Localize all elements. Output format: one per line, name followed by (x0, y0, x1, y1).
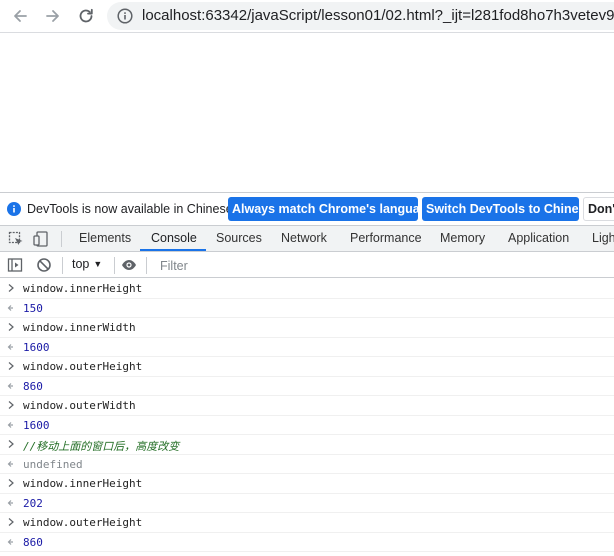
infobar-message: DevTools is now available in Chinese! (27, 202, 237, 216)
console-message-text: undefined (23, 457, 83, 471)
console-message-text: window.innerHeight (23, 282, 143, 295)
reload-button[interactable] (73, 4, 99, 28)
result-arrow-icon (7, 460, 13, 467)
input-prompt-chevron-icon (8, 362, 14, 370)
context-selector[interactable]: top ▼ (72, 257, 102, 271)
toolbar-separator (146, 257, 147, 274)
clear-console-icon[interactable] (36, 257, 52, 273)
console-message-text: window.outerHeight (23, 516, 143, 529)
site-info-icon[interactable] (117, 8, 133, 24)
console-toolbar: top ▼ Filter (0, 253, 614, 278)
tab-application[interactable]: Application (508, 231, 569, 245)
tab-memory[interactable]: Memory (440, 231, 485, 245)
filter-placeholder: Filter (160, 259, 188, 273)
console-message-text: 202 (23, 496, 43, 510)
toolbar-separator (114, 257, 115, 274)
url-text: localhost:63342/javaScript/lesson01/02.h… (142, 7, 614, 24)
browser-toolbar: localhost:63342/javaScript/lesson01/02.h… (0, 0, 614, 33)
console-message-text: 860 (23, 379, 43, 393)
console-input-row[interactable]: window.outerHeight (0, 513, 614, 533)
context-selector-value: top (72, 257, 90, 271)
console-messages: window.innerHeight 150 window.innerWidth 16… (0, 279, 614, 552)
console-result-row[interactable]: 202 (0, 494, 614, 513)
console-result-row[interactable]: 860 (0, 377, 614, 396)
forward-button[interactable] (40, 4, 66, 28)
console-message-text: 1600 (23, 340, 50, 354)
back-arrow-icon (14, 10, 27, 22)
forward-arrow-icon (46, 10, 59, 22)
tab-performance[interactable]: Performance (350, 231, 422, 245)
console-result-row[interactable]: 1600 (0, 416, 614, 435)
console-input-row[interactable]: window.innerWidth (0, 318, 614, 338)
show-sidebar-icon[interactable] (7, 257, 23, 273)
input-prompt-chevron-icon (8, 440, 14, 448)
address-bar[interactable]: localhost:63342/javaScript/lesson01/02.h… (107, 2, 614, 30)
tab-sources[interactable]: Sources (216, 231, 262, 245)
console-input-row[interactable]: window.outerWidth (0, 396, 614, 416)
result-arrow-icon (7, 382, 13, 389)
inspect-element-icon[interactable] (8, 231, 24, 247)
tab-separator (61, 231, 62, 247)
input-prompt-chevron-icon (8, 479, 14, 487)
console-result-row[interactable]: 150 (0, 299, 614, 318)
tab-network[interactable]: Network (281, 231, 327, 245)
input-prompt-chevron-icon (8, 401, 14, 409)
result-arrow-icon (7, 538, 13, 545)
result-arrow-icon (7, 343, 13, 350)
console-input-row[interactable]: window.outerHeight (0, 357, 614, 377)
back-button[interactable] (7, 4, 33, 28)
input-prompt-chevron-icon (8, 284, 14, 292)
console-message-text: 860 (23, 535, 43, 549)
console-input-row[interactable]: //移动上面的窗口后，高度改变 (0, 435, 614, 455)
dropdown-arrow-icon: ▼ (93, 259, 103, 269)
filter-input[interactable]: Filter (152, 255, 614, 276)
tab-lighthouse[interactable]: Ligh (592, 231, 614, 245)
devtools-tabbar: Elements Console Sources Network Perform… (0, 226, 614, 252)
language-infobar: DevTools is now available in Chinese! Al… (0, 192, 614, 226)
live-expression-eye-icon[interactable] (121, 257, 137, 273)
result-arrow-icon (7, 421, 13, 428)
switch-to-chinese-button[interactable]: Switch DevTools to Chinese (422, 197, 592, 221)
console-message-text: window.outerWidth (23, 399, 136, 412)
input-prompt-chevron-icon (8, 323, 14, 331)
console-message-text: window.innerHeight (23, 477, 143, 490)
console-message-text: 150 (23, 301, 43, 315)
console-message-text: window.outerHeight (23, 360, 143, 373)
console-input-row[interactable]: window.innerHeight (0, 474, 614, 494)
console-result-row[interactable]: 1600 (0, 338, 614, 357)
device-toolbar-icon[interactable] (33, 231, 49, 247)
dont-show-again-button[interactable]: Don't (583, 197, 614, 221)
console-result-row[interactable]: undefined (0, 455, 614, 474)
reload-icon (79, 8, 93, 23)
console-message-text: 1600 (23, 418, 50, 432)
tab-elements[interactable]: Elements (79, 231, 131, 245)
info-icon (7, 202, 21, 216)
toolbar-separator (62, 257, 63, 274)
input-prompt-chevron-icon (8, 518, 14, 526)
result-arrow-icon (7, 304, 13, 311)
always-match-language-button[interactable]: Always match Chrome's language (228, 197, 434, 221)
console-message-text: //移动上面的窗口后，高度改变 (23, 440, 180, 453)
active-tab-indicator (140, 249, 206, 251)
console-input-row[interactable]: window.innerHeight (0, 279, 614, 299)
console-result-row[interactable]: 860 (0, 533, 614, 552)
tab-console[interactable]: Console (151, 231, 197, 245)
console-message-text: window.innerWidth (23, 321, 136, 334)
result-arrow-icon (7, 499, 13, 506)
